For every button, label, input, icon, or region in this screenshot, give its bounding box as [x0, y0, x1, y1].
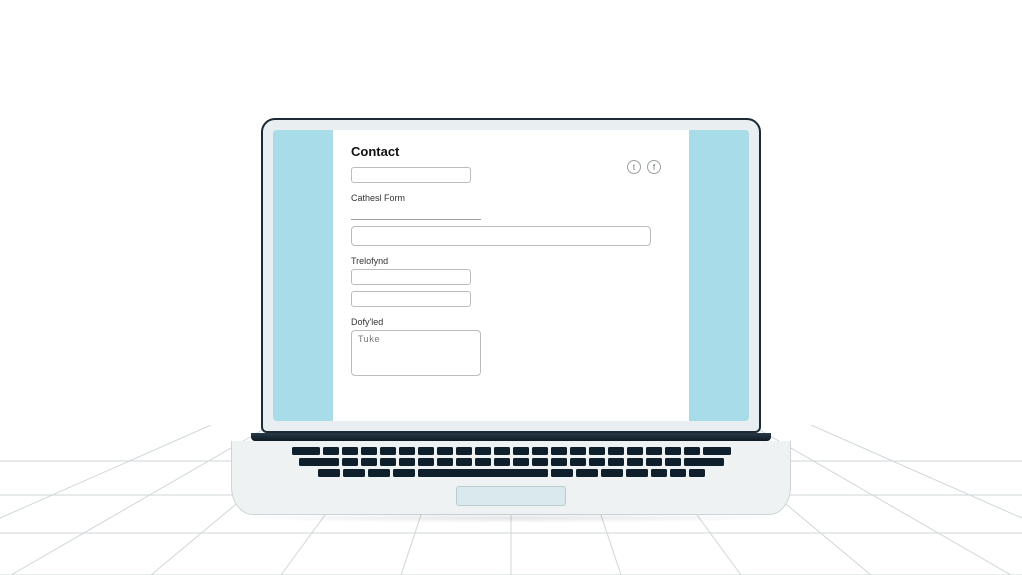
contact-form-page: t f Contact Cathesl Form Trelofynd Dofy'…: [333, 130, 689, 421]
social-icons: t f: [627, 160, 661, 174]
contact-input-3b[interactable]: [351, 291, 471, 307]
laptop-deck: [231, 441, 791, 515]
contact-input-underline[interactable]: [351, 206, 481, 220]
contact-input-1[interactable]: [351, 167, 471, 183]
laptop-screen-bezel: t f Contact Cathesl Form Trelofynd Dofy'…: [261, 118, 761, 433]
page-title: Contact: [351, 144, 671, 159]
contact-input-wide[interactable]: [351, 226, 651, 246]
section-label-4: Dofy'led: [351, 317, 671, 327]
contact-input-3a[interactable]: [351, 269, 471, 285]
laptop-hinge: [251, 433, 771, 441]
scene: t f Contact Cathesl Form Trelofynd Dofy'…: [0, 0, 1022, 575]
section-label-3: Trelofynd: [351, 256, 671, 266]
laptop-screen: t f Contact Cathesl Form Trelofynd Dofy'…: [273, 130, 749, 421]
laptop-trackpad: [456, 486, 566, 506]
facebook-icon[interactable]: f: [647, 160, 661, 174]
laptop-keyboard: [271, 447, 751, 480]
laptop: t f Contact Cathesl Form Trelofynd Dofy'…: [231, 118, 791, 525]
twitter-icon[interactable]: t: [627, 160, 641, 174]
laptop-shadow: [231, 513, 791, 523]
page-margin-left: [273, 130, 333, 421]
section-label-2: Cathesl Form: [351, 193, 671, 203]
page-margin-right: [689, 130, 749, 421]
message-textarea[interactable]: [351, 330, 481, 376]
